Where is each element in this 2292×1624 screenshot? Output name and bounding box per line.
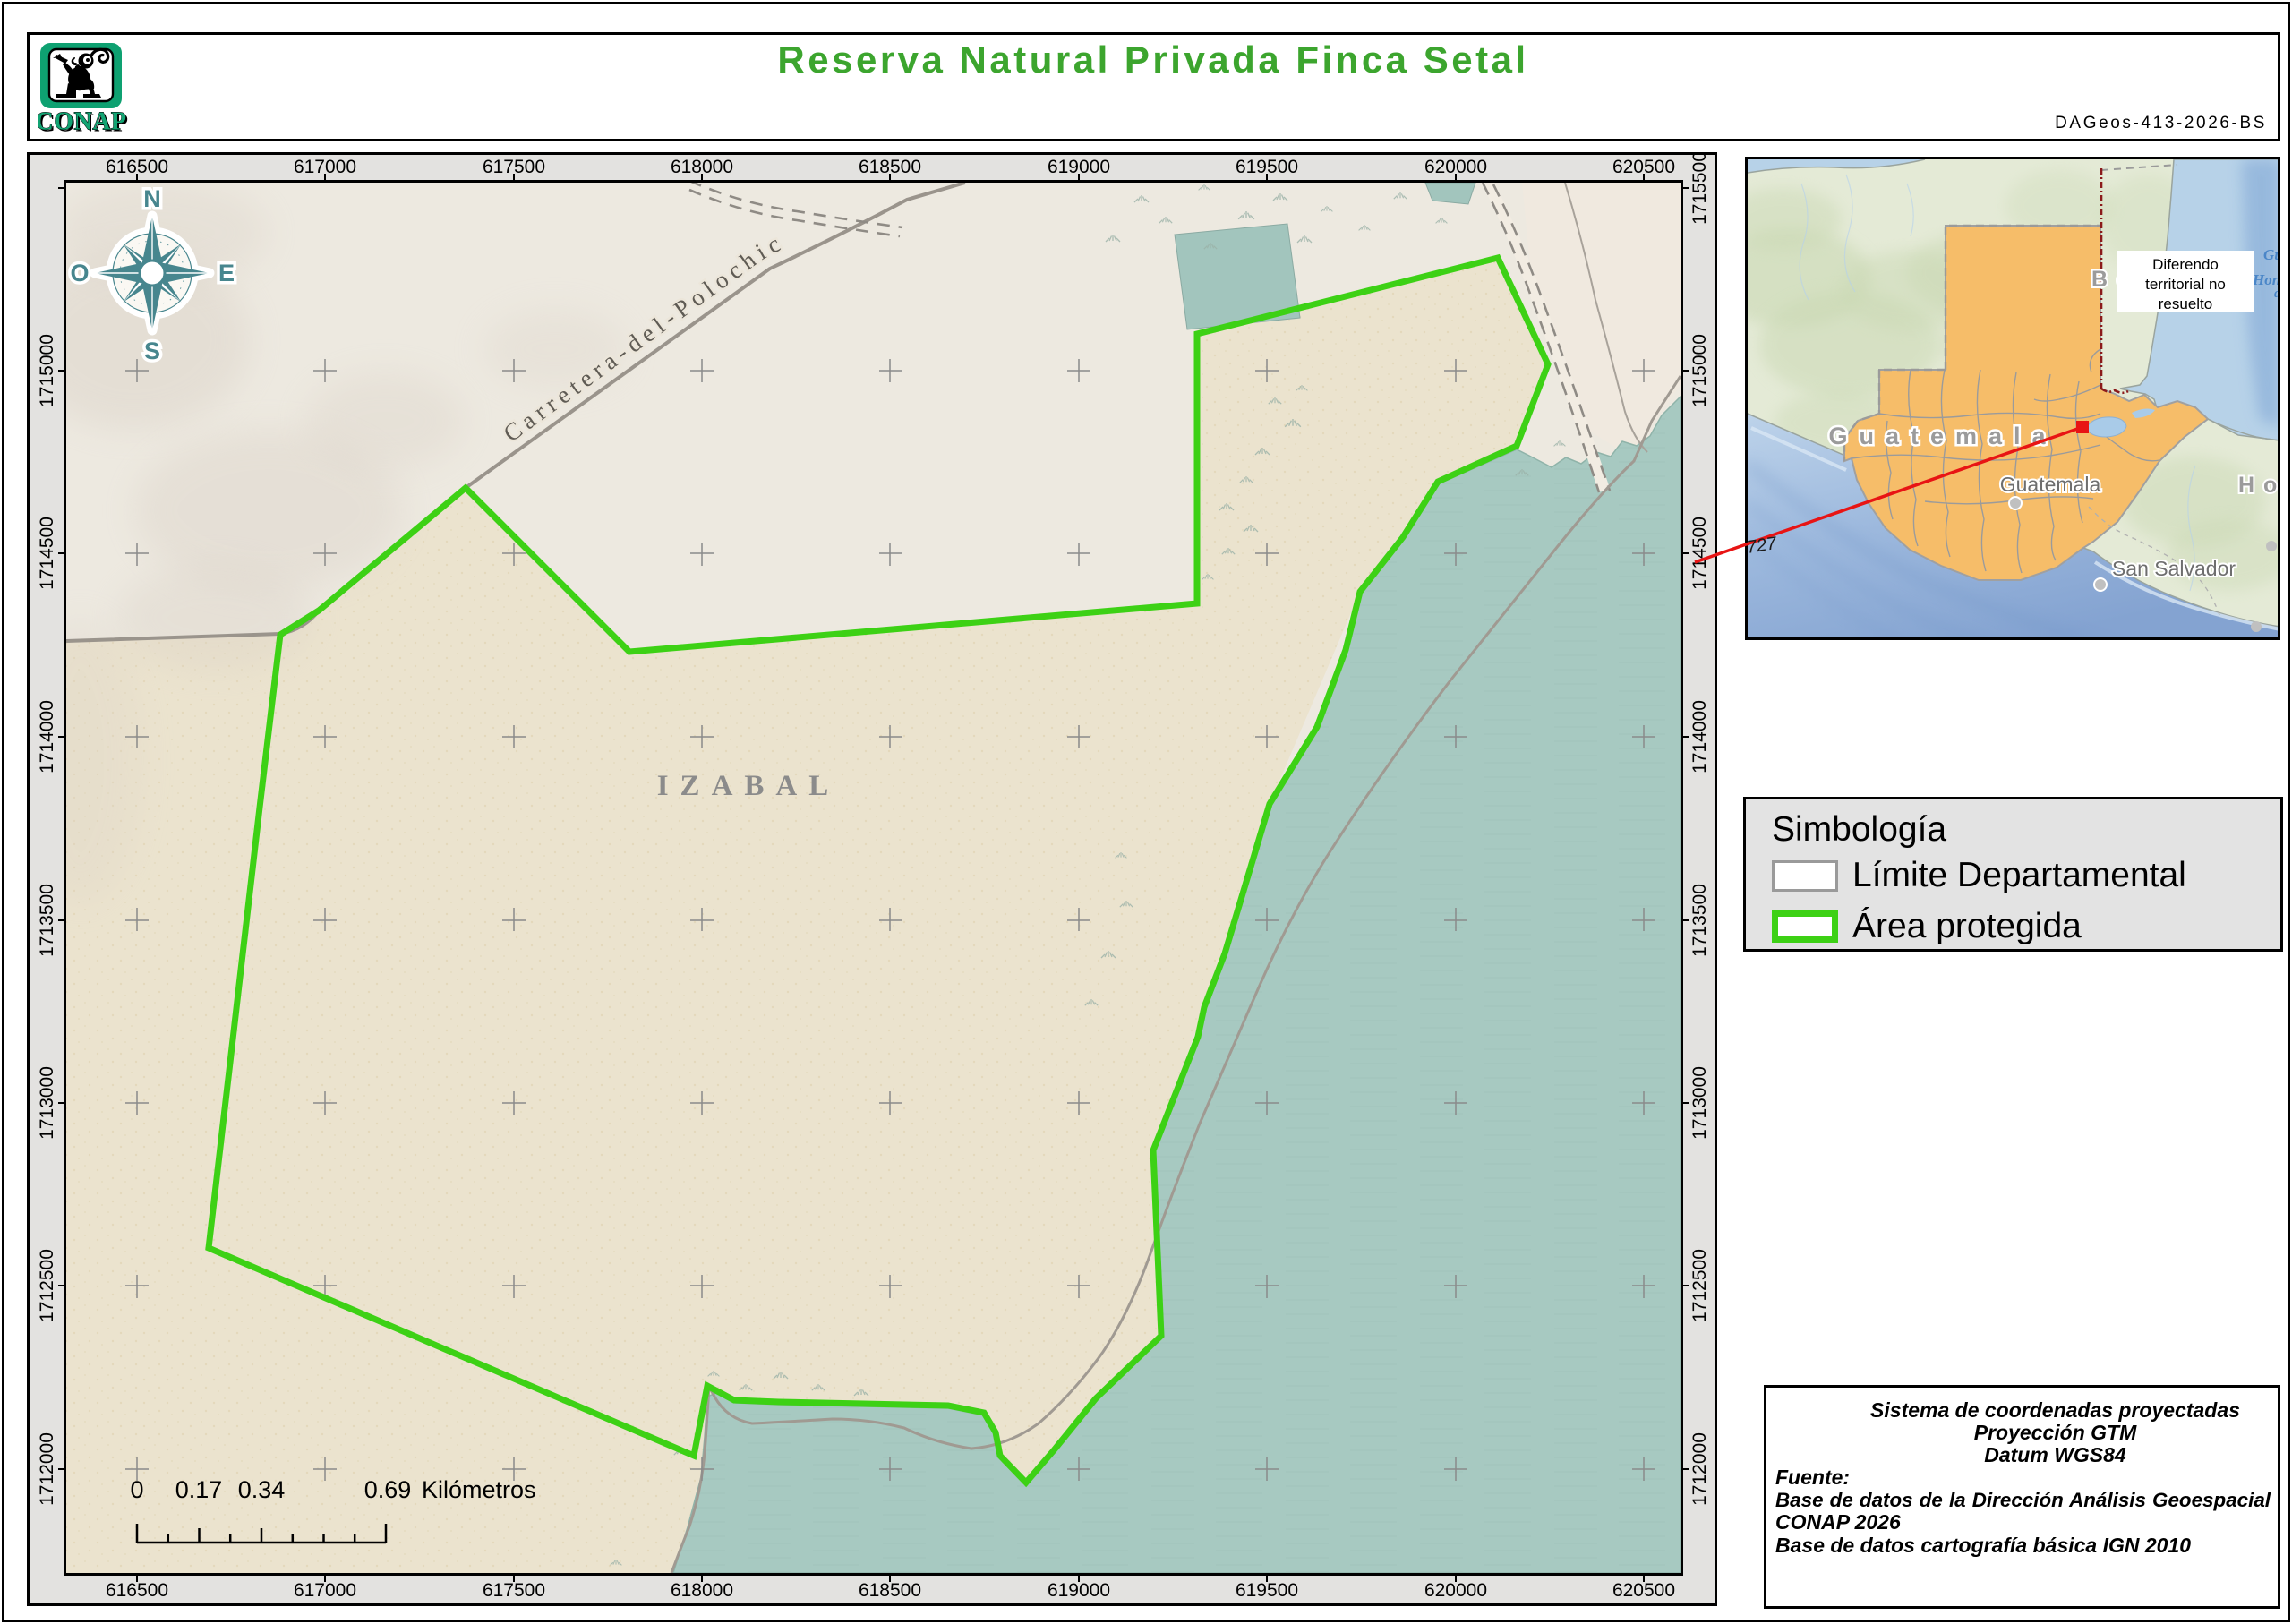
svg-text:727: 727	[1745, 534, 1778, 558]
svg-text:1713500: 1713500	[37, 884, 57, 957]
svg-text:619500: 619500	[1236, 157, 1298, 177]
svg-text:IZABAL: IZABAL	[657, 770, 841, 802]
svg-text:1715000: 1715000	[37, 334, 57, 407]
svg-text:1714500: 1714500	[37, 517, 57, 590]
svg-text:619500: 619500	[1236, 1580, 1298, 1601]
svg-text:620500: 620500	[1612, 157, 1675, 177]
svg-text:Ho: Ho	[2238, 473, 2280, 498]
svg-text:Diferendo: Diferendo	[2152, 256, 2219, 273]
svg-text:620000: 620000	[1424, 157, 1487, 177]
svg-text:E: E	[218, 260, 235, 286]
svg-text:619000: 619000	[1048, 1580, 1110, 1601]
svg-text:616500: 616500	[106, 157, 168, 177]
svg-text:616500: 616500	[106, 1580, 168, 1601]
svg-text:1713000: 1713000	[37, 1066, 57, 1140]
svg-text:1713000: 1713000	[1689, 1066, 1710, 1140]
svg-text:619000: 619000	[1048, 157, 1110, 177]
svg-text:1714000: 1714000	[37, 700, 57, 774]
svg-text:0.34: 0.34	[238, 1476, 286, 1503]
svg-text:618500: 618500	[859, 157, 921, 177]
svg-text:617500: 617500	[483, 1580, 545, 1601]
svg-text:617500: 617500	[483, 157, 545, 177]
svg-text:618500: 618500	[859, 1580, 921, 1601]
svg-text:617000: 617000	[294, 1580, 356, 1601]
svg-text:Kilómetros: Kilómetros	[422, 1476, 536, 1503]
svg-text:territorial no: territorial no	[2145, 276, 2226, 293]
svg-text:resuelto: resuelto	[2159, 295, 2212, 312]
svg-text:0.69: 0.69	[364, 1476, 412, 1503]
svg-text:620500: 620500	[1612, 1580, 1675, 1601]
svg-text:1714000: 1714000	[1689, 700, 1710, 774]
svg-text:617000: 617000	[294, 157, 356, 177]
svg-text:618000: 618000	[671, 1580, 733, 1601]
svg-text:0.17: 0.17	[175, 1476, 223, 1503]
svg-text:0: 0	[130, 1476, 143, 1503]
svg-text:1712000: 1712000	[1689, 1432, 1710, 1506]
svg-text:1713500: 1713500	[1689, 884, 1710, 957]
svg-text:O: O	[70, 260, 89, 286]
svg-text:N: N	[143, 185, 161, 212]
svg-text:1712500: 1712500	[1689, 1249, 1710, 1322]
svg-text:1712500: 1712500	[37, 1249, 57, 1322]
svg-text:1715500: 1715500	[1689, 152, 1710, 225]
svg-text:618000: 618000	[671, 157, 733, 177]
svg-text:620000: 620000	[1424, 1580, 1487, 1601]
svg-text:CONAP: CONAP	[38, 108, 127, 134]
svg-text:1712000: 1712000	[37, 1432, 57, 1506]
svg-text:S: S	[144, 338, 160, 364]
